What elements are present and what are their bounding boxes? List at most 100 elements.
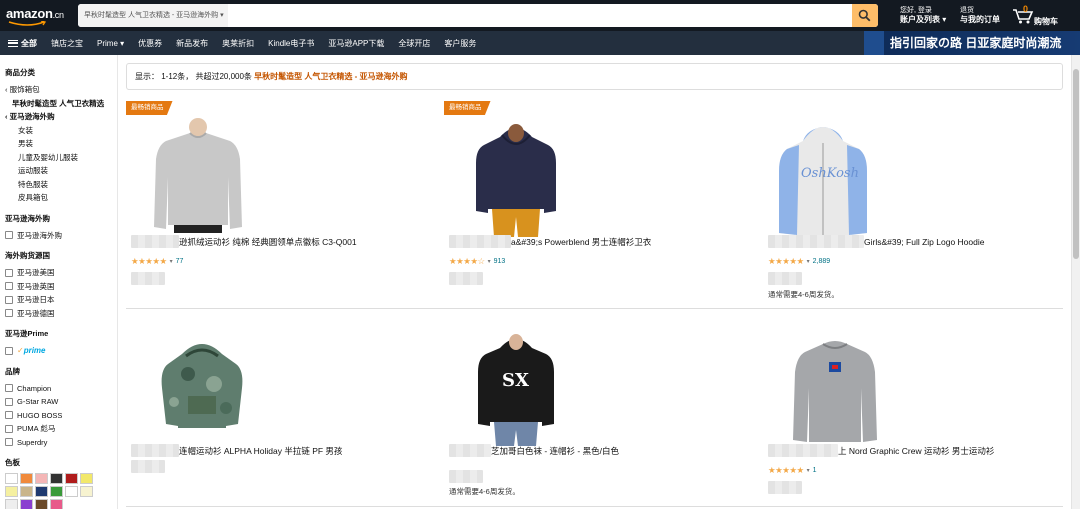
rating-count[interactable]: 913 (494, 258, 506, 265)
checkbox[interactable] (5, 282, 13, 291)
rating-count[interactable]: 77 (176, 258, 184, 265)
color-swatch[interactable] (20, 499, 33, 509)
product-title[interactable]: 上 Nord Graphic Crew 运动衫 男士运动衫 (768, 444, 1078, 457)
checkbox[interactable] (5, 268, 13, 277)
nav-item-outlet[interactable]: 奥莱折扣 (222, 38, 254, 49)
category-item-kids[interactable]: 儿童及婴幼儿服装 (5, 151, 117, 165)
checkbox[interactable] (5, 346, 13, 355)
filter-brand-champion[interactable]: Champion (5, 382, 117, 396)
product-image[interactable]: SX (456, 324, 576, 446)
checkbox[interactable] (5, 397, 13, 406)
color-swatch[interactable] (65, 486, 78, 497)
product-card[interactable]: 最畅销商品 逊抓绒运动衫 纯棉 经典圆领单点徽标 C3-Q001 ★★★★★ ▾ 7… (126, 101, 436, 301)
category-item-special[interactable]: 特色服装 (5, 178, 117, 192)
logo-text: amazon (6, 6, 53, 21)
all-menu-button[interactable]: 全部 (8, 38, 37, 49)
checkbox[interactable] (5, 231, 13, 240)
product-card[interactable]: SX 芝加哥白色袜 - 连帽衫 - 黑色/白色 通常需要4-6周发货。 (444, 310, 754, 509)
prime-label: prime (23, 346, 46, 356)
color-swatch[interactable] (80, 486, 93, 497)
product-title[interactable]: 连帽运动衫 ALPHA Holiday 半拉链 PF 男孩 (131, 444, 441, 457)
checkbox[interactable] (5, 309, 13, 318)
color-swatch[interactable] (5, 499, 18, 509)
shipping-info: 通常需要4-6周发货。 (768, 290, 839, 299)
color-swatch[interactable] (80, 473, 93, 484)
checkbox[interactable] (5, 384, 13, 393)
filter-origin-de[interactable]: 亚马逊德国 (5, 307, 117, 321)
product-title[interactable]: Girls&#39; Full Zip Logo Hoodie (768, 235, 1078, 248)
account-menu[interactable]: 您好, 登录 账户及列表 ▾ (900, 6, 946, 25)
color-swatch[interactable] (20, 473, 33, 484)
category-item-men[interactable]: 男装 (5, 137, 117, 151)
scrollbar-thumb[interactable] (1073, 69, 1079, 259)
filter-brand-gstar[interactable]: G-Star RAW (5, 395, 117, 409)
color-swatch[interactable] (50, 486, 63, 497)
star-rating-icon: ★★★★★ (768, 465, 804, 475)
category-sub[interactable]: ‹ 亚马逊海外购 (5, 110, 117, 124)
product-card[interactable]: OshKosh Girls&#39; Full Zip Logo Hoodie … (763, 101, 1073, 301)
product-image[interactable] (775, 324, 895, 446)
product-card[interactable]: 连帽运动衫 ALPHA Holiday 半拉链 PF 男孩 (126, 310, 436, 509)
product-image[interactable]: OshKosh (763, 115, 883, 237)
product-image[interactable] (138, 115, 258, 237)
filter-brand-puma[interactable]: PUMA 彪马 (5, 422, 117, 436)
nav-item-global-selling[interactable]: 全球开店 (398, 38, 430, 49)
nav-item-app-download[interactable]: 亚马逊APP下载 (328, 38, 384, 49)
filter-brand-superdry[interactable]: Superdry (5, 436, 117, 450)
product-rating[interactable]: ★★★★★ ▾ 1 (768, 465, 817, 476)
filter-origin-jp[interactable]: 亚马逊日本 (5, 293, 117, 307)
filter-label: PUMA 彪马 (17, 424, 56, 434)
category-item-women[interactable]: 女装 (5, 124, 117, 138)
product-image[interactable] (456, 115, 576, 237)
filter-origin-us[interactable]: 亚马逊美国 (5, 266, 117, 280)
product-rating[interactable]: ★★★★☆ ▾ 913 (449, 256, 505, 267)
category-back-link[interactable]: ‹ 服饰箱包 (5, 83, 117, 97)
product-card[interactable]: 上 Nord Graphic Crew 运动衫 男士运动衫 ★★★★★ ▾ 1 (763, 310, 1073, 509)
color-swatch[interactable] (20, 486, 33, 497)
product-title[interactable]: 逊抓绒运动衫 纯棉 经典圆领单点徽标 C3-Q001 (131, 235, 441, 248)
color-swatch[interactable] (50, 499, 63, 509)
product-rating[interactable]: ★★★★★ ▾ 2,889 (768, 256, 830, 267)
product-image[interactable] (142, 324, 262, 446)
page-scrollbar[interactable] (1071, 55, 1080, 509)
checkbox[interactable] (5, 438, 13, 447)
filter-prime[interactable]: ✓prime (5, 344, 117, 358)
promo-banner[interactable]: 指引回家の路 日亚家庭时尚潮流 (864, 31, 1080, 55)
color-swatch[interactable] (65, 473, 78, 484)
nav-item-kindle[interactable]: Kindle电子书 (268, 38, 314, 49)
prime-check-icon: ✓ (17, 346, 24, 356)
checkbox[interactable] (5, 295, 13, 304)
product-rating[interactable]: ★★★★★ ▾ 77 (131, 256, 183, 267)
checkbox[interactable] (5, 424, 13, 433)
color-swatch[interactable] (35, 473, 48, 484)
nav-item-coupons[interactable]: 优惠券 (138, 38, 162, 49)
color-swatch[interactable] (5, 486, 18, 497)
cart-button[interactable]: 0 购物车 (1010, 4, 1080, 27)
filter-brand-hugo-boss[interactable]: HUGO BOSS (5, 409, 117, 423)
color-swatch[interactable] (35, 499, 48, 509)
filter-global[interactable]: 亚马逊海外购 (5, 229, 117, 243)
search-button[interactable] (852, 4, 878, 27)
amazon-logo[interactable]: amazon.cn (6, 6, 66, 26)
category-item-sports[interactable]: 运动服装 (5, 164, 117, 178)
rating-count[interactable]: 1 (813, 467, 817, 474)
search-input[interactable] (228, 4, 852, 27)
nav-item-deals[interactable]: 镇店之宝 (51, 38, 83, 49)
search-icon (858, 9, 871, 22)
product-title[interactable]: a&#39;s Powerblend 男士连帽衫卫衣 (449, 235, 759, 248)
rating-count[interactable]: 2,889 (813, 258, 831, 265)
nav-item-prime[interactable]: Prime ▾ (97, 39, 124, 48)
color-swatch[interactable] (50, 473, 63, 484)
nav-item-customer-service[interactable]: 客户服务 (444, 38, 476, 49)
color-swatch[interactable] (5, 473, 18, 484)
product-card[interactable]: 最畅销商品 a&#39;s Powerblend 男士连帽衫卫衣 ★★★★☆ ▾ 9… (444, 101, 754, 301)
color-swatch[interactable] (35, 486, 48, 497)
filter-origin-uk[interactable]: 亚马逊英国 (5, 280, 117, 294)
checkbox[interactable] (5, 411, 13, 420)
category-item-leather[interactable]: 皮具箱包 (5, 191, 117, 205)
product-title[interactable]: 芝加哥白色袜 - 连帽衫 - 黑色/白色 (449, 444, 759, 457)
product-title-text: Girls&#39; Full Zip Logo Hoodie (864, 236, 985, 247)
nav-item-new-releases[interactable]: 新品发布 (176, 38, 208, 49)
search-department-select[interactable]: 早秋时髦造型 人气卫衣精选 - 亚马逊海外购 ▾ (78, 4, 231, 27)
orders-link[interactable]: 退货 与我的订单 (960, 6, 1000, 25)
